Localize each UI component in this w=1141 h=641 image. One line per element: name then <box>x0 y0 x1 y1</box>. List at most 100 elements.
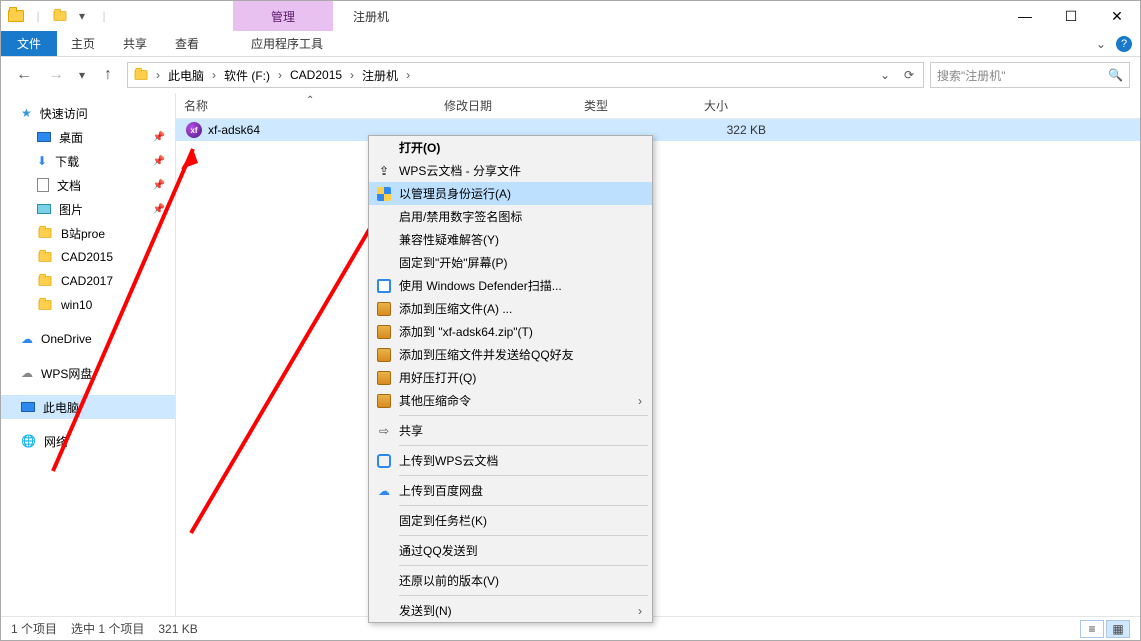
menu-separator <box>399 505 648 506</box>
sidebar-label: 此电脑 <box>43 399 79 416</box>
sidebar-quick-access[interactable]: ★ 快速访问 <box>1 101 175 125</box>
minimize-button[interactable]: — <box>1002 1 1048 31</box>
window-title: 注册机 <box>333 1 389 31</box>
sidebar-item-desktop[interactable]: 桌面📌 <box>1 125 175 149</box>
document-icon <box>37 178 49 192</box>
submenu-arrow-icon: › <box>638 604 642 618</box>
pin-icon: 📌 <box>153 132 165 143</box>
breadcrumb-seg-2[interactable]: CAD2015 <box>286 63 346 87</box>
sidebar-item-folder[interactable]: win10 <box>1 293 175 317</box>
menu-add-zip[interactable]: 添加到压缩文件(A) ... <box>369 297 652 320</box>
sidebar-item-documents[interactable]: 文档📌 <box>1 173 175 197</box>
tab-view[interactable]: 查看 <box>161 31 213 56</box>
nav-back-button[interactable]: ← <box>11 62 37 88</box>
file-row[interactable]: xf xf-adsk64 322 KB <box>176 119 1140 141</box>
maximize-button[interactable]: ☐ <box>1048 1 1094 31</box>
menu-zip-send-qq[interactable]: 添加到压缩文件并发送给QQ好友 <box>369 343 652 366</box>
menu-label: 发送到(N) <box>399 602 452 619</box>
sidebar-item-folder[interactable]: B站proe <box>1 221 175 245</box>
qat-properties-icon[interactable] <box>51 7 69 25</box>
star-icon: ★ <box>21 106 32 120</box>
search-placeholder: 搜索"注册机" <box>937 67 1006 84</box>
folder-icon <box>39 228 52 238</box>
menu-send-qq[interactable]: 通过QQ发送到 <box>369 539 652 562</box>
network-icon: 🌐 <box>21 434 36 448</box>
menu-add-zip-named[interactable]: 添加到 "xf-adsk64.zip"(T) <box>369 320 652 343</box>
sidebar-onedrive[interactable]: ☁ OneDrive <box>1 327 175 351</box>
file-tab[interactable]: 文件 <box>1 31 57 56</box>
sidebar-label: 快速访问 <box>40 105 88 122</box>
menu-open[interactable]: 打开(O) <box>369 136 652 159</box>
col-date[interactable]: 修改日期 <box>436 97 576 114</box>
tab-home[interactable]: 主页 <box>57 31 109 56</box>
menu-upload-baidu[interactable]: ☁上传到百度网盘 <box>369 479 652 502</box>
breadcrumb-seg-3[interactable]: 注册机 <box>358 63 402 87</box>
view-thumbnails-icon[interactable]: ▦ <box>1106 620 1130 638</box>
chevron-right-icon[interactable]: › <box>346 68 358 82</box>
menu-pin-taskbar[interactable]: 固定到任务栏(K) <box>369 509 652 532</box>
menu-label: 打开(O) <box>399 139 440 156</box>
file-name: xf-adsk64 <box>208 123 260 137</box>
menu-open-haozip[interactable]: 用好压打开(Q) <box>369 366 652 389</box>
file-list[interactable]: xf xf-adsk64 322 KB <box>176 119 1140 616</box>
sidebar-label: 下载 <box>55 153 79 170</box>
col-size[interactable]: 大小 <box>696 97 776 114</box>
app-icon <box>7 7 25 25</box>
menu-upload-wps[interactable]: 上传到WPS云文档 <box>369 449 652 472</box>
pictures-icon <box>37 204 51 214</box>
menu-compat-trouble[interactable]: 兼容性疑难解答(Y) <box>369 228 652 251</box>
nav-history-dropdown[interactable]: ▾ <box>75 62 89 88</box>
menu-label: 其他压缩命令 <box>399 392 471 409</box>
sidebar-this-pc[interactable]: 此电脑 <box>1 395 175 419</box>
sidebar-item-folder[interactable]: CAD2017 <box>1 269 175 293</box>
tab-app-tools[interactable]: 应用程序工具 <box>237 31 337 56</box>
menu-other-zip[interactable]: 其他压缩命令› <box>369 389 652 412</box>
pin-icon: 📌 <box>153 156 165 167</box>
sidebar-label: B站proe <box>61 225 105 242</box>
menu-share[interactable]: ⇨共享 <box>369 419 652 442</box>
sidebar-item-folder[interactable]: CAD2015 <box>1 245 175 269</box>
ribbon-expand-icon[interactable]: ⌄ <box>1096 37 1106 51</box>
sidebar-item-downloads[interactable]: ⬇下载📌 <box>1 149 175 173</box>
view-details-icon[interactable]: ≡ <box>1080 620 1104 638</box>
address-bar[interactable]: › 此电脑 › 软件 (F:) › CAD2015 › 注册机 › ⌄ ⟳ <box>127 62 924 88</box>
search-icon[interactable]: 🔍 <box>1108 68 1123 82</box>
chevron-right-icon[interactable]: › <box>402 68 414 82</box>
context-menu: 打开(O) ⇪WPS云文档 - 分享文件 以管理员身份运行(A) 启用/禁用数字… <box>368 135 653 623</box>
menu-defender-scan[interactable]: 使用 Windows Defender扫描... <box>369 274 652 297</box>
menu-restore-versions[interactable]: 还原以前的版本(V) <box>369 569 652 592</box>
pc-icon <box>21 402 35 412</box>
breadcrumb-seg-0[interactable]: 此电脑 <box>164 63 208 87</box>
sidebar-label: OneDrive <box>41 332 92 346</box>
cloud-icon: ☁ <box>21 332 33 346</box>
address-dropdown-icon[interactable]: ⌄ <box>873 68 897 82</box>
nav-forward-button[interactable]: → <box>43 62 69 88</box>
menu-wps-share[interactable]: ⇪WPS云文档 - 分享文件 <box>369 159 652 182</box>
chevron-right-icon[interactable]: › <box>274 68 286 82</box>
nav-up-button[interactable]: ↑ <box>95 62 121 88</box>
chevron-right-icon[interactable]: › <box>152 68 164 82</box>
menu-toggle-signature[interactable]: 启用/禁用数字签名图标 <box>369 205 652 228</box>
menu-send-to[interactable]: 发送到(N) › <box>369 599 652 622</box>
tab-share[interactable]: 共享 <box>109 31 161 56</box>
wps-icon <box>375 452 393 470</box>
col-type[interactable]: 类型 <box>576 97 696 114</box>
sidebar-label: 图片 <box>59 201 83 218</box>
pin-icon: 📌 <box>153 180 165 191</box>
qat-dropdown-icon[interactable]: ▾ <box>73 7 91 25</box>
menu-separator <box>399 475 648 476</box>
help-icon[interactable]: ? <box>1116 36 1132 52</box>
refresh-icon[interactable]: ⟳ <box>897 68 921 82</box>
menu-label: 启用/禁用数字签名图标 <box>399 208 522 225</box>
menu-pin-start[interactable]: 固定到"开始"屏幕(P) <box>369 251 652 274</box>
sidebar-network[interactable]: 🌐网络 <box>1 429 175 453</box>
search-box[interactable]: 搜索"注册机" 🔍 <box>930 62 1130 88</box>
col-name[interactable]: 名称⌃ <box>176 97 436 114</box>
chevron-right-icon[interactable]: › <box>208 68 220 82</box>
menu-run-as-admin[interactable]: 以管理员身份运行(A) <box>369 182 652 205</box>
defender-icon <box>375 277 393 295</box>
sidebar-wps[interactable]: ☁WPS网盘 <box>1 361 175 385</box>
sidebar-item-pictures[interactable]: 图片📌 <box>1 197 175 221</box>
close-button[interactable]: ✕ <box>1094 1 1140 31</box>
breadcrumb-seg-1[interactable]: 软件 (F:) <box>220 63 274 87</box>
